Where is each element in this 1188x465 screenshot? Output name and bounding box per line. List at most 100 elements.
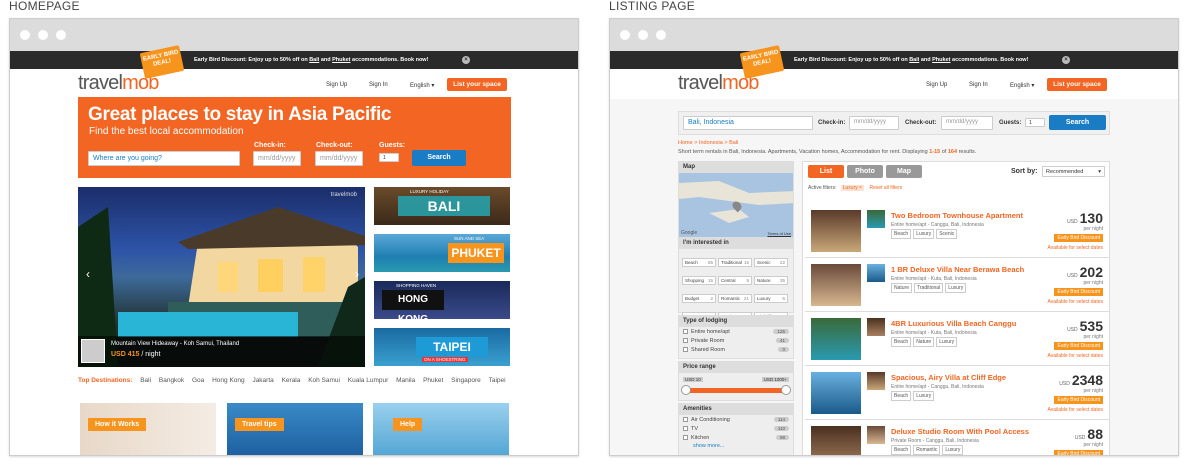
result-row[interactable]: Two Bedroom Townhouse Apartment Entire ho… (805, 205, 1109, 258)
destination-phuket[interactable]: SUN AND SEA PHUKET (374, 234, 510, 272)
lodging-option[interactable]: Shared Room 0 (679, 345, 793, 354)
top-dest-link[interactable]: Kuala Lumpur (348, 377, 388, 384)
sort-select[interactable]: Recommended ▾ (1042, 166, 1105, 177)
prev-arrow-icon[interactable]: ‹ (86, 267, 90, 281)
result-row[interactable]: Deluxe Studio Room With Pool Access Priva… (805, 421, 1109, 455)
crumb-indonesia[interactable]: Indonesia (699, 140, 723, 146)
guests-select[interactable]: 1 (379, 153, 399, 162)
result-location: Private Room - Canggu, Bali, Indonesia (891, 438, 979, 444)
result-photo[interactable] (811, 264, 861, 306)
top-dest-link[interactable]: Phuket (423, 377, 443, 384)
checkout-input[interactable]: mm/dd/yyyy (315, 151, 363, 166)
lodging-option[interactable]: Entire home/apt 125 (679, 327, 793, 336)
result-title[interactable]: Two Bedroom Townhouse Apartment (891, 211, 1023, 220)
featured-photo[interactable]: travelmob ‹ › Mountain View Hideaway - K… (78, 187, 365, 367)
result-title[interactable]: 4BR Luxurious Villa Beach Canggu (891, 319, 1016, 328)
result-photo[interactable] (811, 318, 861, 360)
nav-signup[interactable]: Sign Up (326, 82, 347, 88)
checkin-input[interactable]: mm/dd/yyyy (253, 151, 301, 166)
interest-chip[interactable]: Central 5 (718, 276, 752, 285)
card-travel-tips[interactable]: Travel tips (227, 403, 363, 455)
promo-link-bali[interactable]: Bali (909, 57, 919, 63)
interest-chip[interactable]: Shopping 15 (682, 276, 716, 285)
top-dest-link[interactable]: Bangkok (159, 377, 184, 384)
result-row[interactable]: 4BR Luxurious Villa Beach Canggu Entire h… (805, 313, 1109, 366)
destination-input[interactable]: Where are you going? (88, 151, 240, 166)
top-dest-link[interactable]: Bali (140, 377, 151, 384)
top-dest-link[interactable]: Koh Samui (308, 377, 340, 384)
tab-list[interactable]: List (808, 165, 844, 178)
price-slider-track[interactable] (685, 388, 787, 393)
result-photo[interactable] (811, 210, 861, 252)
destination-bali[interactable]: LUXURY HOLIDAY BALI (374, 187, 510, 225)
price-slider-min-handle[interactable] (681, 385, 691, 395)
checkbox-icon[interactable] (683, 426, 688, 431)
lodging-option[interactable]: Private Room 41 (679, 336, 793, 345)
top-dest-link[interactable]: Jakarta (252, 377, 273, 384)
crumb-bali[interactable]: Bali (729, 140, 738, 146)
result-title[interactable]: 1 BR Deluxe Villa Near Berawa Beach (891, 265, 1024, 274)
result-row[interactable]: 1 BR Deluxe Villa Near Berawa Beach Entir… (805, 259, 1109, 312)
interest-chip[interactable]: Luxury 6 (754, 294, 788, 303)
result-photo[interactable] (811, 372, 861, 414)
map-terms[interactable]: Terms of Use (767, 231, 791, 236)
host-avatar (867, 210, 885, 228)
checkbox-icon[interactable] (683, 417, 688, 422)
map-view[interactable]: Google Terms of Use (679, 173, 793, 237)
show-more-link[interactable]: show more... (679, 442, 793, 450)
top-dest-link[interactable]: Goa (192, 377, 204, 384)
amenity-option[interactable]: TV 110 (679, 424, 793, 433)
price-slider-max-handle[interactable] (781, 385, 791, 395)
checkbox-icon[interactable] (683, 347, 688, 352)
top-dest-link[interactable]: Taipei (489, 377, 506, 384)
nav-language[interactable]: English ▾ (1010, 82, 1034, 89)
promo-link-phuket[interactable]: Phuket (332, 57, 350, 63)
nav-signin[interactable]: Sign In (969, 82, 988, 88)
result-title[interactable]: Deluxe Studio Room With Pool Access (891, 427, 1029, 436)
interest-chip[interactable]: Budget 2 (682, 294, 716, 303)
checkbox-icon[interactable] (683, 338, 688, 343)
top-dest-link[interactable]: Manila (396, 377, 415, 384)
promo-link-phuket[interactable]: Phuket (932, 57, 950, 63)
promo-link-bali[interactable]: Bali (309, 57, 319, 63)
card-how-it-works[interactable]: How it Works (80, 403, 216, 455)
checkbox-icon[interactable] (683, 329, 688, 334)
amenity-option[interactable]: Air Conditioning 114 (679, 415, 793, 424)
nav-language[interactable]: English ▾ (410, 82, 434, 89)
nav-signin[interactable]: Sign In (369, 82, 388, 88)
list-your-space-button[interactable]: List your space (447, 78, 507, 91)
top-dest-link[interactable]: Kerala (282, 377, 301, 384)
checkbox-icon[interactable] (683, 435, 688, 440)
checkout-input[interactable]: mm/dd/yyyy (941, 116, 993, 130)
interest-chip[interactable]: Scenic 22 (754, 258, 788, 267)
close-icon[interactable]: × (1062, 56, 1070, 64)
featured-name[interactable]: Mountain View Hideaway - Koh Samui, Thai… (111, 341, 239, 347)
top-dest-link[interactable]: Hong Kong (212, 377, 245, 384)
filter-chip-luxury[interactable]: Luxury × (840, 185, 865, 191)
search-button[interactable]: Search (1049, 115, 1106, 130)
interest-chip[interactable]: Traditional 16 (718, 258, 752, 267)
card-help[interactable]: Help (373, 403, 509, 455)
next-arrow-icon[interactable]: › (355, 267, 359, 281)
reset-filters-link[interactable]: Reset all filters (869, 185, 902, 191)
crumb-home[interactable]: Home (678, 140, 693, 146)
guests-select[interactable]: 1 (1025, 118, 1045, 127)
list-your-space-button[interactable]: List your space (1047, 78, 1107, 91)
interest-chip[interactable]: Beach 85 (682, 258, 716, 267)
checkin-input[interactable]: mm/dd/yyyy (849, 116, 899, 130)
amenity-option[interactable]: Kitchen 98 (679, 433, 793, 442)
destination-taipei[interactable]: TAIPEI ON A SHOESTRING (374, 328, 510, 366)
interest-chip[interactable]: Nature 35 (754, 276, 788, 285)
nav-signup[interactable]: Sign Up (926, 82, 947, 88)
close-icon[interactable]: × (462, 56, 470, 64)
result-photo[interactable] (811, 426, 861, 455)
search-button[interactable]: Search (412, 150, 466, 166)
result-row[interactable]: Spacious, Airy Villa at Cliff Edge Entire… (805, 367, 1109, 420)
top-dest-link[interactable]: Singapore (451, 377, 481, 384)
destination-hong-kong[interactable]: SHOPPING HAVEN HONG KONG (374, 281, 510, 319)
result-title[interactable]: Spacious, Airy Villa at Cliff Edge (891, 373, 1006, 382)
tab-photo[interactable]: Photo (847, 165, 883, 178)
destination-input[interactable]: Bali, Indonesia (683, 116, 813, 130)
tab-map[interactable]: Map (886, 165, 922, 178)
interest-chip[interactable]: Romantic 21 (718, 294, 752, 303)
